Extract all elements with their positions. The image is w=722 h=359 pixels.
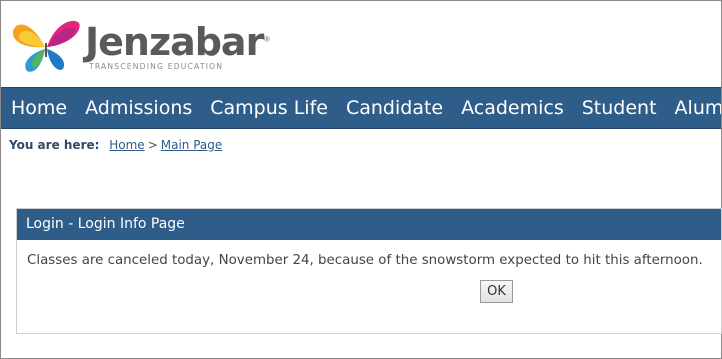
nav-item-campus-life[interactable]: Campus Life <box>201 88 337 128</box>
nav-item-admissions[interactable]: Admissions <box>76 88 201 128</box>
login-info-panel: Login - Login Info Page Classes are canc… <box>16 208 722 334</box>
page-frame: Jenzabar® TRANSCENDING EDUCATION Home Adm… <box>0 0 722 359</box>
nav-item-student[interactable]: Student <box>573 88 666 128</box>
butterfly-logo-icon <box>12 20 80 72</box>
breadcrumb-separator: > <box>147 138 158 152</box>
site-header: Jenzabar® TRANSCENDING EDUCATION <box>1 1 721 86</box>
announcement-message: Classes are canceled today, November 24,… <box>27 253 703 268</box>
jenzabar-logo[interactable]: Jenzabar® TRANSCENDING EDUCATION <box>11 17 270 75</box>
brand-tagline: TRANSCENDING EDUCATION <box>89 62 224 71</box>
brand-name: Jenzabar® <box>85 20 270 64</box>
breadcrumb-link-main-page[interactable]: Main Page <box>161 138 223 152</box>
nav-item-alumni[interactable]: Alumni <box>666 88 721 128</box>
breadcrumb: You are here: Home > Main Page <box>9 138 222 152</box>
nav-item-home[interactable]: Home <box>1 88 76 128</box>
main-nav: Home Admissions Campus Life Candidate Academ… <box>1 87 721 129</box>
breadcrumb-prefix: You are here: <box>9 138 100 152</box>
nav-item-candidate[interactable]: Candidate <box>337 88 452 128</box>
breadcrumb-link-home[interactable]: Home <box>109 138 144 152</box>
nav-item-academics[interactable]: Academics <box>452 88 573 128</box>
panel-title: Login - Login Info Page <box>17 209 721 240</box>
brand-name-text: Jenzabar <box>85 20 264 64</box>
trademark-symbol: ® <box>263 35 270 44</box>
ok-button[interactable]: OK <box>480 280 513 303</box>
